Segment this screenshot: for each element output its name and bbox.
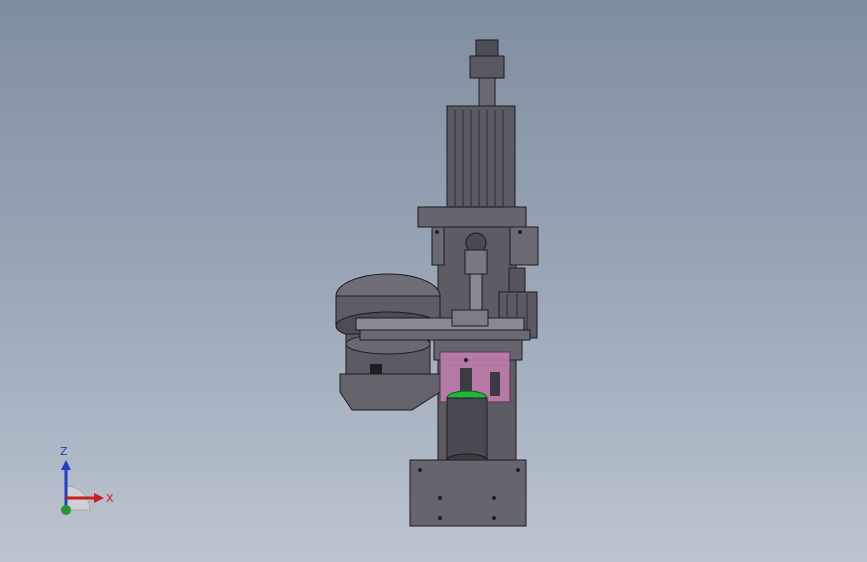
z-axis-arrow-icon bbox=[61, 460, 71, 470]
base-plate[interactable] bbox=[409, 459, 527, 527]
x-axis-arrow-icon bbox=[94, 493, 104, 503]
top-shaft[interactable] bbox=[469, 39, 505, 109]
cad-viewport[interactable]: Z X bbox=[0, 0, 867, 562]
orientation-triad[interactable]: Z X bbox=[40, 440, 120, 520]
rotary-drum[interactable] bbox=[335, 273, 441, 411]
lift-cylinder[interactable] bbox=[446, 390, 488, 467]
y-axis-dot bbox=[61, 505, 71, 515]
cad-assembly-model[interactable] bbox=[0, 0, 867, 562]
motor-body[interactable] bbox=[446, 105, 516, 211]
top-mount-plate[interactable] bbox=[417, 206, 527, 228]
z-axis-label: Z bbox=[60, 445, 68, 458]
x-axis-label: X bbox=[106, 492, 114, 505]
